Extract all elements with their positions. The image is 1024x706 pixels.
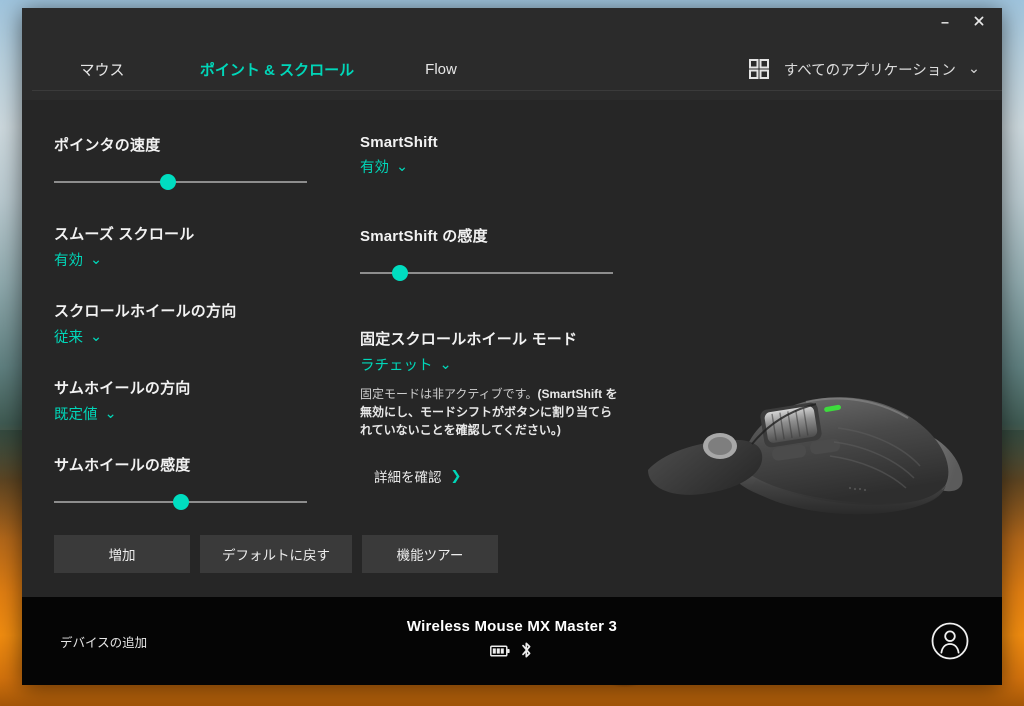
smooth-scroll-value: 有効 [54,249,83,270]
bluetooth-icon [520,641,533,664]
account-icon [930,621,970,661]
desktop-background: マウス ポイント & スクロール Flow [0,0,1024,706]
helper-text-prefix: 固定モードは非アクティブです。 [360,387,537,401]
slider-thumb[interactable] [392,265,408,281]
add-button[interactable]: 増加 [54,535,190,573]
application-selector-label: すべてのアプリケーション [784,59,956,80]
settings-column-right: SmartShift 有効 ⌄ SmartShift の感度 固定スクロールホイ… [360,134,650,517]
chevron-right-icon: ❯ [451,468,462,484]
thumbwheel-direction-label: サムホイールの方向 [54,377,344,398]
tab-bar: マウス ポイント & スクロール Flow [22,38,1002,100]
scroll-wheel-direction-value: 従来 [54,326,83,347]
setting-fixed-scroll-mode: 固定スクロールホイール モード ラチェット ⌄ 固定モードは非アクティブです。(… [360,328,650,487]
logitech-options-window: マウス ポイント & スクロール Flow [22,8,1002,685]
thumbwheel-direction-value: 既定値 [54,403,98,424]
close-button[interactable] [962,8,996,34]
settings-column-left: ポインタの速度 スムーズ スクロール 有効 ⌄ スクロールホイールの方向 [54,134,344,543]
minimize-button[interactable] [928,8,962,34]
smooth-scroll-label: スムーズ スクロール [54,223,344,244]
smartshift-sensitivity-label: SmartShift の感度 [360,225,650,246]
smooth-scroll-dropdown[interactable]: 有効 ⌄ [54,249,102,270]
mouse-product-image [624,318,994,548]
scroll-wheel-direction-label: スクロールホイールの方向 [54,300,344,321]
slider-thumb[interactable] [160,174,176,190]
setting-thumbwheel-sensitivity: サムホイールの感度 [54,454,344,513]
tab-bar-divider [32,90,1002,91]
view-details-link[interactable]: 詳細を確認 ❯ [374,466,461,486]
smartshift-value: 有効 [360,156,389,177]
grid-icon[interactable] [748,58,770,80]
smartshift-dropdown[interactable]: 有効 ⌄ [360,156,408,177]
setting-scroll-wheel-direction: スクロールホイールの方向 従来 ⌄ [54,300,344,347]
close-icon [973,15,985,27]
fixed-scroll-mode-dropdown[interactable]: ラチェット ⌄ [360,354,452,375]
slider-track [54,181,307,183]
title-bar [22,8,1002,38]
feature-tour-button[interactable]: 機能ツアー [362,535,498,573]
fixed-scroll-mode-label: 固定スクロールホイール モード [360,328,650,349]
setting-smartshift: SmartShift 有効 ⌄ [360,134,650,177]
status-bar: デバイスの追加 Wireless Mouse MX Master 3 [22,597,1002,685]
chevron-down-icon: ⌄ [105,406,117,422]
tab-point-and-scroll-label: ポイント & スクロール [200,59,354,80]
device-status-icons [490,641,533,664]
thumbwheel-sensitivity-label: サムホイールの感度 [54,454,344,475]
action-button-row: 増加 デフォルトに戻す 機能ツアー [54,535,498,573]
setting-smartshift-sensitivity: SmartShift の感度 [360,225,650,284]
device-name: Wireless Mouse MX Master 3 [407,618,617,635]
chevron-down-icon: ⌄ [90,252,102,268]
pointer-speed-label: ポインタの速度 [54,134,344,155]
chevron-down-icon: ⌄ [968,61,980,77]
thumbwheel-direction-dropdown[interactable]: 既定値 ⌄ [54,403,117,424]
header-right-controls: すべてのアプリケーション ⌄ [748,58,1002,80]
pointer-speed-slider[interactable] [54,171,307,193]
account-button[interactable] [930,621,970,661]
tab-mouse-label: マウス [79,59,124,80]
setting-smooth-scroll: スムーズ スクロール 有効 ⌄ [54,223,344,270]
slider-thumb[interactable] [173,494,189,510]
chevron-down-icon: ⌄ [396,159,408,175]
tab-flow-label: Flow [425,61,457,78]
reset-defaults-button[interactable]: デフォルトに戻す [200,535,352,573]
fixed-scroll-mode-value: ラチェット [360,354,433,375]
fixed-scroll-mode-helper-text: 固定モードは非アクティブです。(SmartShift を無効にし、モードシフトが… [360,385,622,440]
minimize-icon [939,15,951,27]
chevron-down-icon: ⌄ [90,329,102,345]
setting-pointer-speed: ポインタの速度 [54,134,344,193]
smartshift-label: SmartShift [360,134,650,151]
chevron-down-icon: ⌄ [440,357,452,373]
battery-icon [490,644,510,662]
add-device-link[interactable]: デバイスの追加 [60,632,147,651]
scroll-wheel-direction-dropdown[interactable]: 従来 ⌄ [54,326,102,347]
active-device-info[interactable]: Wireless Mouse MX Master 3 [407,618,617,664]
view-details-label: 詳細を確認 [374,466,442,486]
smartshift-sensitivity-slider[interactable] [360,262,613,284]
application-selector[interactable]: すべてのアプリケーション ⌄ [784,59,980,80]
setting-thumbwheel-direction: サムホイールの方向 既定値 ⌄ [54,377,344,424]
thumbwheel-sensitivity-slider[interactable] [54,491,307,513]
settings-content: ポインタの速度 スムーズ スクロール 有効 ⌄ スクロールホイールの方向 [22,100,1002,597]
